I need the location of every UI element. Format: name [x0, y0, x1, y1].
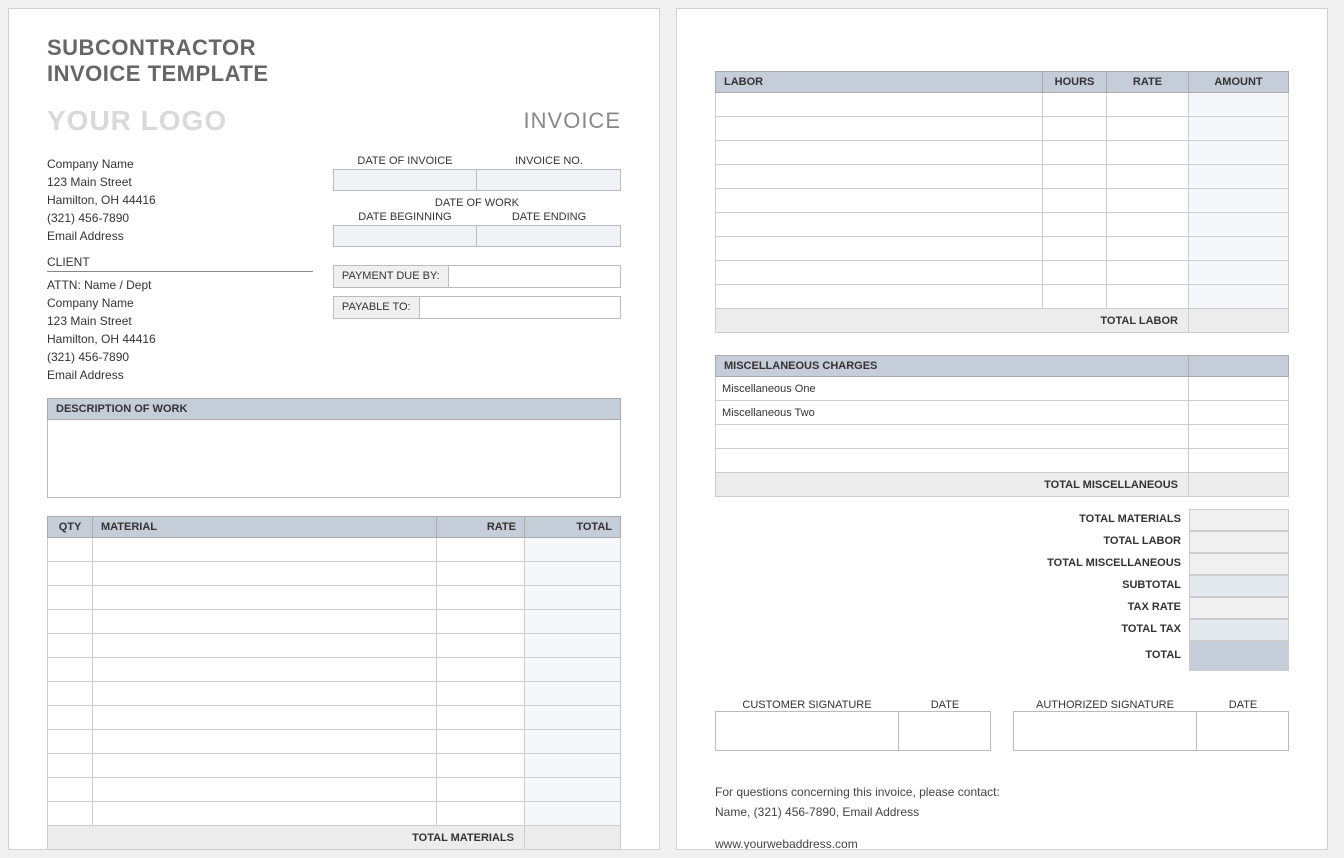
total-misc-label: TOTAL MISCELLANEOUS — [1019, 553, 1189, 575]
totals-block: TOTAL MATERIALS TOTAL LABOR TOTAL MISCEL… — [715, 509, 1289, 671]
total-materials-value — [1189, 509, 1289, 531]
total-labor-label: TOTAL LABOR — [1019, 531, 1189, 553]
date-of-invoice-input[interactable] — [333, 169, 478, 191]
payment-due-by-label: PAYMENT DUE BY: — [333, 265, 448, 288]
description-of-work-input[interactable] — [47, 420, 621, 498]
client-city: Hamilton, OH 44416 — [47, 330, 313, 348]
client-street: 123 Main Street — [47, 312, 313, 330]
date-beginning-input[interactable] — [333, 225, 478, 247]
subtotal-value — [1189, 575, 1289, 597]
authorized-signature-input[interactable] — [1014, 712, 1197, 750]
misc-row-0[interactable]: Miscellaneous One — [716, 377, 1189, 401]
labor-footer-value — [1189, 309, 1289, 333]
total-materials-label: TOTAL MATERIALS — [1019, 509, 1189, 531]
footer-line2: Name, (321) 456-7890, Email Address — [715, 805, 1289, 819]
customer-date-input[interactable] — [899, 712, 990, 750]
col-material: MATERIAL — [93, 517, 437, 538]
document-title: SUBCONTRACTOR INVOICE TEMPLATE — [47, 35, 621, 87]
total-labor-value — [1189, 531, 1289, 553]
col-hours: HOURS — [1043, 72, 1107, 93]
logo-placeholder: YOUR LOGO — [47, 105, 227, 137]
labor-table: LABOR HOURS RATE AMOUNT TOTAL LABOR — [715, 71, 1289, 333]
misc-row-2[interactable] — [716, 425, 1189, 449]
col-amount: AMOUNT — [1189, 72, 1289, 93]
company-phone: (321) 456-7890 — [47, 209, 313, 227]
materials-rows — [48, 538, 621, 826]
materials-footer-label: TOTAL MATERIALS — [48, 826, 525, 850]
description-of-work-header: DESCRIPTION OF WORK — [47, 398, 621, 420]
invoice-heading: INVOICE — [524, 108, 621, 134]
invoice-page-1: SUBCONTRACTOR INVOICE TEMPLATE YOUR LOGO… — [8, 8, 660, 850]
grand-total-value — [1189, 641, 1289, 671]
company-email: Email Address — [47, 227, 313, 245]
company-name: Company Name — [47, 155, 313, 173]
client-info: ATTN: Name / Dept Company Name 123 Main … — [47, 276, 313, 384]
tax-rate-value[interactable] — [1189, 597, 1289, 619]
invoice-page-2: LABOR HOURS RATE AMOUNT TOTAL LABOR — [676, 8, 1328, 850]
date-beginning-label: DATE BEGINNING — [333, 211, 477, 225]
col-qty: QTY — [48, 517, 93, 538]
invoice-no-label: INVOICE NO. — [477, 155, 621, 169]
company-street: 123 Main Street — [47, 173, 313, 191]
date-of-invoice-label: DATE OF INVOICE — [333, 155, 477, 169]
total-misc-value — [1189, 553, 1289, 575]
customer-date-label: DATE — [899, 699, 991, 711]
title-line-1: SUBCONTRACTOR — [47, 35, 621, 61]
misc-table: MISCELLANEOUS CHARGES Miscellaneous One … — [715, 355, 1289, 497]
date-of-work-label: DATE OF WORK — [333, 197, 621, 211]
authorized-date-label: DATE — [1197, 699, 1289, 711]
subtotal-label: SUBTOTAL — [1019, 575, 1189, 597]
client-email: Email Address — [47, 366, 313, 384]
date-ending-input[interactable] — [477, 225, 621, 247]
client-attn: ATTN: Name / Dept — [47, 276, 313, 294]
misc-footer-value — [1189, 473, 1289, 497]
misc-header: MISCELLANEOUS CHARGES — [716, 356, 1189, 377]
misc-row-3[interactable] — [716, 449, 1189, 473]
col-total: TOTAL — [525, 517, 621, 538]
misc-row-1[interactable]: Miscellaneous Two — [716, 401, 1189, 425]
footer-line1: For questions concerning this invoice, p… — [715, 785, 1289, 799]
total-tax-value — [1189, 619, 1289, 641]
footer-url: www.yourwebaddress.com — [715, 837, 1289, 850]
date-ending-label: DATE ENDING — [477, 211, 621, 225]
client-phone: (321) 456-7890 — [47, 348, 313, 366]
grand-total-label: TOTAL — [1019, 641, 1189, 671]
invoice-no-input[interactable] — [477, 169, 621, 191]
col-labor: LABOR — [716, 72, 1043, 93]
materials-table: QTY MATERIAL RATE TOTAL TOTAL MATERIALS — [47, 516, 621, 850]
company-info: Company Name 123 Main Street Hamilton, O… — [47, 155, 313, 245]
authorized-signature-label: AUTHORIZED SIGNATURE — [1013, 699, 1197, 711]
labor-footer-label: TOTAL LABOR — [716, 309, 1189, 333]
misc-footer-label: TOTAL MISCELLANEOUS — [716, 473, 1189, 497]
customer-signature-input[interactable] — [716, 712, 899, 750]
materials-footer-value — [525, 826, 621, 850]
title-line-2: INVOICE TEMPLATE — [47, 61, 621, 87]
payment-due-by-input[interactable] — [448, 265, 621, 288]
payable-to-input[interactable] — [419, 296, 621, 319]
col-rate2: RATE — [1107, 72, 1189, 93]
company-city: Hamilton, OH 44416 — [47, 191, 313, 209]
payable-to-label: PAYABLE TO: — [333, 296, 419, 319]
client-name: Company Name — [47, 294, 313, 312]
customer-signature-label: CUSTOMER SIGNATURE — [715, 699, 899, 711]
col-rate: RATE — [437, 517, 525, 538]
tax-rate-label: TAX RATE — [1019, 597, 1189, 619]
authorized-date-input[interactable] — [1197, 712, 1288, 750]
client-header: CLIENT — [47, 255, 313, 272]
total-tax-label: TOTAL TAX — [1019, 619, 1189, 641]
